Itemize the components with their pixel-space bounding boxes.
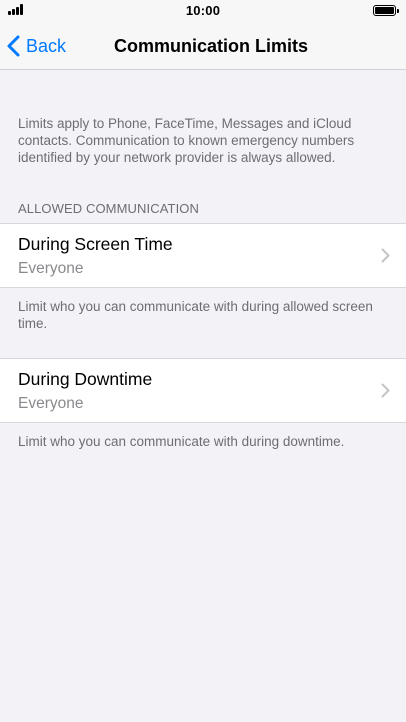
screen: 10:00 Back Communication Limits Limits a… bbox=[0, 0, 406, 722]
battery-icon bbox=[373, 5, 399, 16]
section-header-allowed-communication: ALLOWED COMMUNICATION bbox=[18, 201, 199, 216]
during-screen-time-row[interactable]: During Screen Time Everyone bbox=[0, 223, 406, 288]
screen-time-footer: Limit who you can communicate with durin… bbox=[18, 299, 373, 331]
row-value: Everyone bbox=[18, 260, 84, 277]
intro-description: Limits apply to Phone, FaceTime, Message… bbox=[18, 116, 355, 165]
status-time: 10:00 bbox=[185, 3, 221, 18]
status-bar: 10:00 bbox=[0, 0, 406, 22]
chevron-right-icon bbox=[381, 383, 390, 398]
downtime-footer: Limit who you can communicate with durin… bbox=[18, 434, 345, 449]
row-title: During Downtime bbox=[18, 369, 153, 389]
navigation-bar: Back Communication Limits bbox=[0, 22, 406, 70]
row-title: During Screen Time bbox=[18, 234, 173, 254]
page-title: Communication Limits bbox=[113, 36, 308, 56]
during-downtime-row[interactable]: During Downtime Everyone bbox=[0, 358, 406, 423]
row-value: Everyone bbox=[18, 395, 84, 412]
chevron-right-icon bbox=[381, 248, 390, 263]
